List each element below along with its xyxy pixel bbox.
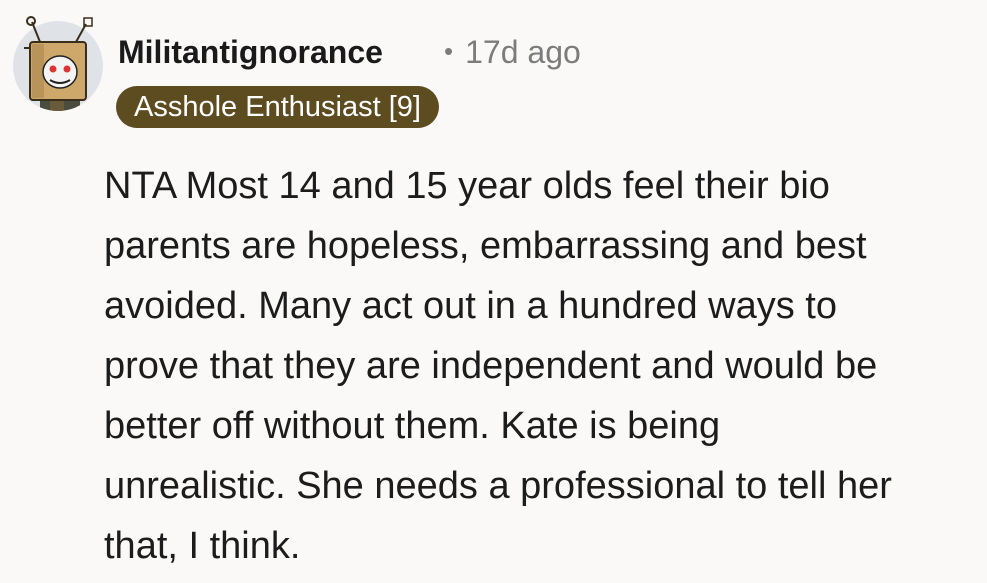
comment-body-line: NTA Most 14 and 15 year olds feel their … bbox=[104, 165, 830, 207]
comment-body-line: that, I think. bbox=[104, 525, 301, 567]
avatar[interactable] bbox=[10, 14, 106, 114]
comment-body-line: prove that they are independent and woul… bbox=[104, 345, 878, 387]
robot-tv-avatar-icon bbox=[13, 16, 103, 111]
comment-body: NTA Most 14 and 15 year olds feel their … bbox=[104, 156, 979, 576]
comment-body-line: better off without them. Kate is being bbox=[104, 405, 721, 447]
comment-body-line: parents are hopeless, embarrassing and b… bbox=[104, 225, 867, 267]
comment-meta: • 17d ago bbox=[444, 32, 581, 74]
comment-body-line: unrealistic. She needs a professional to… bbox=[104, 465, 892, 507]
timestamp[interactable]: 17d ago bbox=[465, 34, 581, 70]
comment: Militantignorance • 17d ago Asshole Enthu… bbox=[0, 0, 987, 583]
user-flair-badge: Asshole Enthusiast [9] bbox=[116, 86, 439, 128]
comment-body-line: avoided. Many act out in a hundred ways … bbox=[104, 285, 838, 327]
username[interactable]: Militantignorance bbox=[118, 32, 383, 72]
meta-separator: • bbox=[444, 36, 454, 66]
